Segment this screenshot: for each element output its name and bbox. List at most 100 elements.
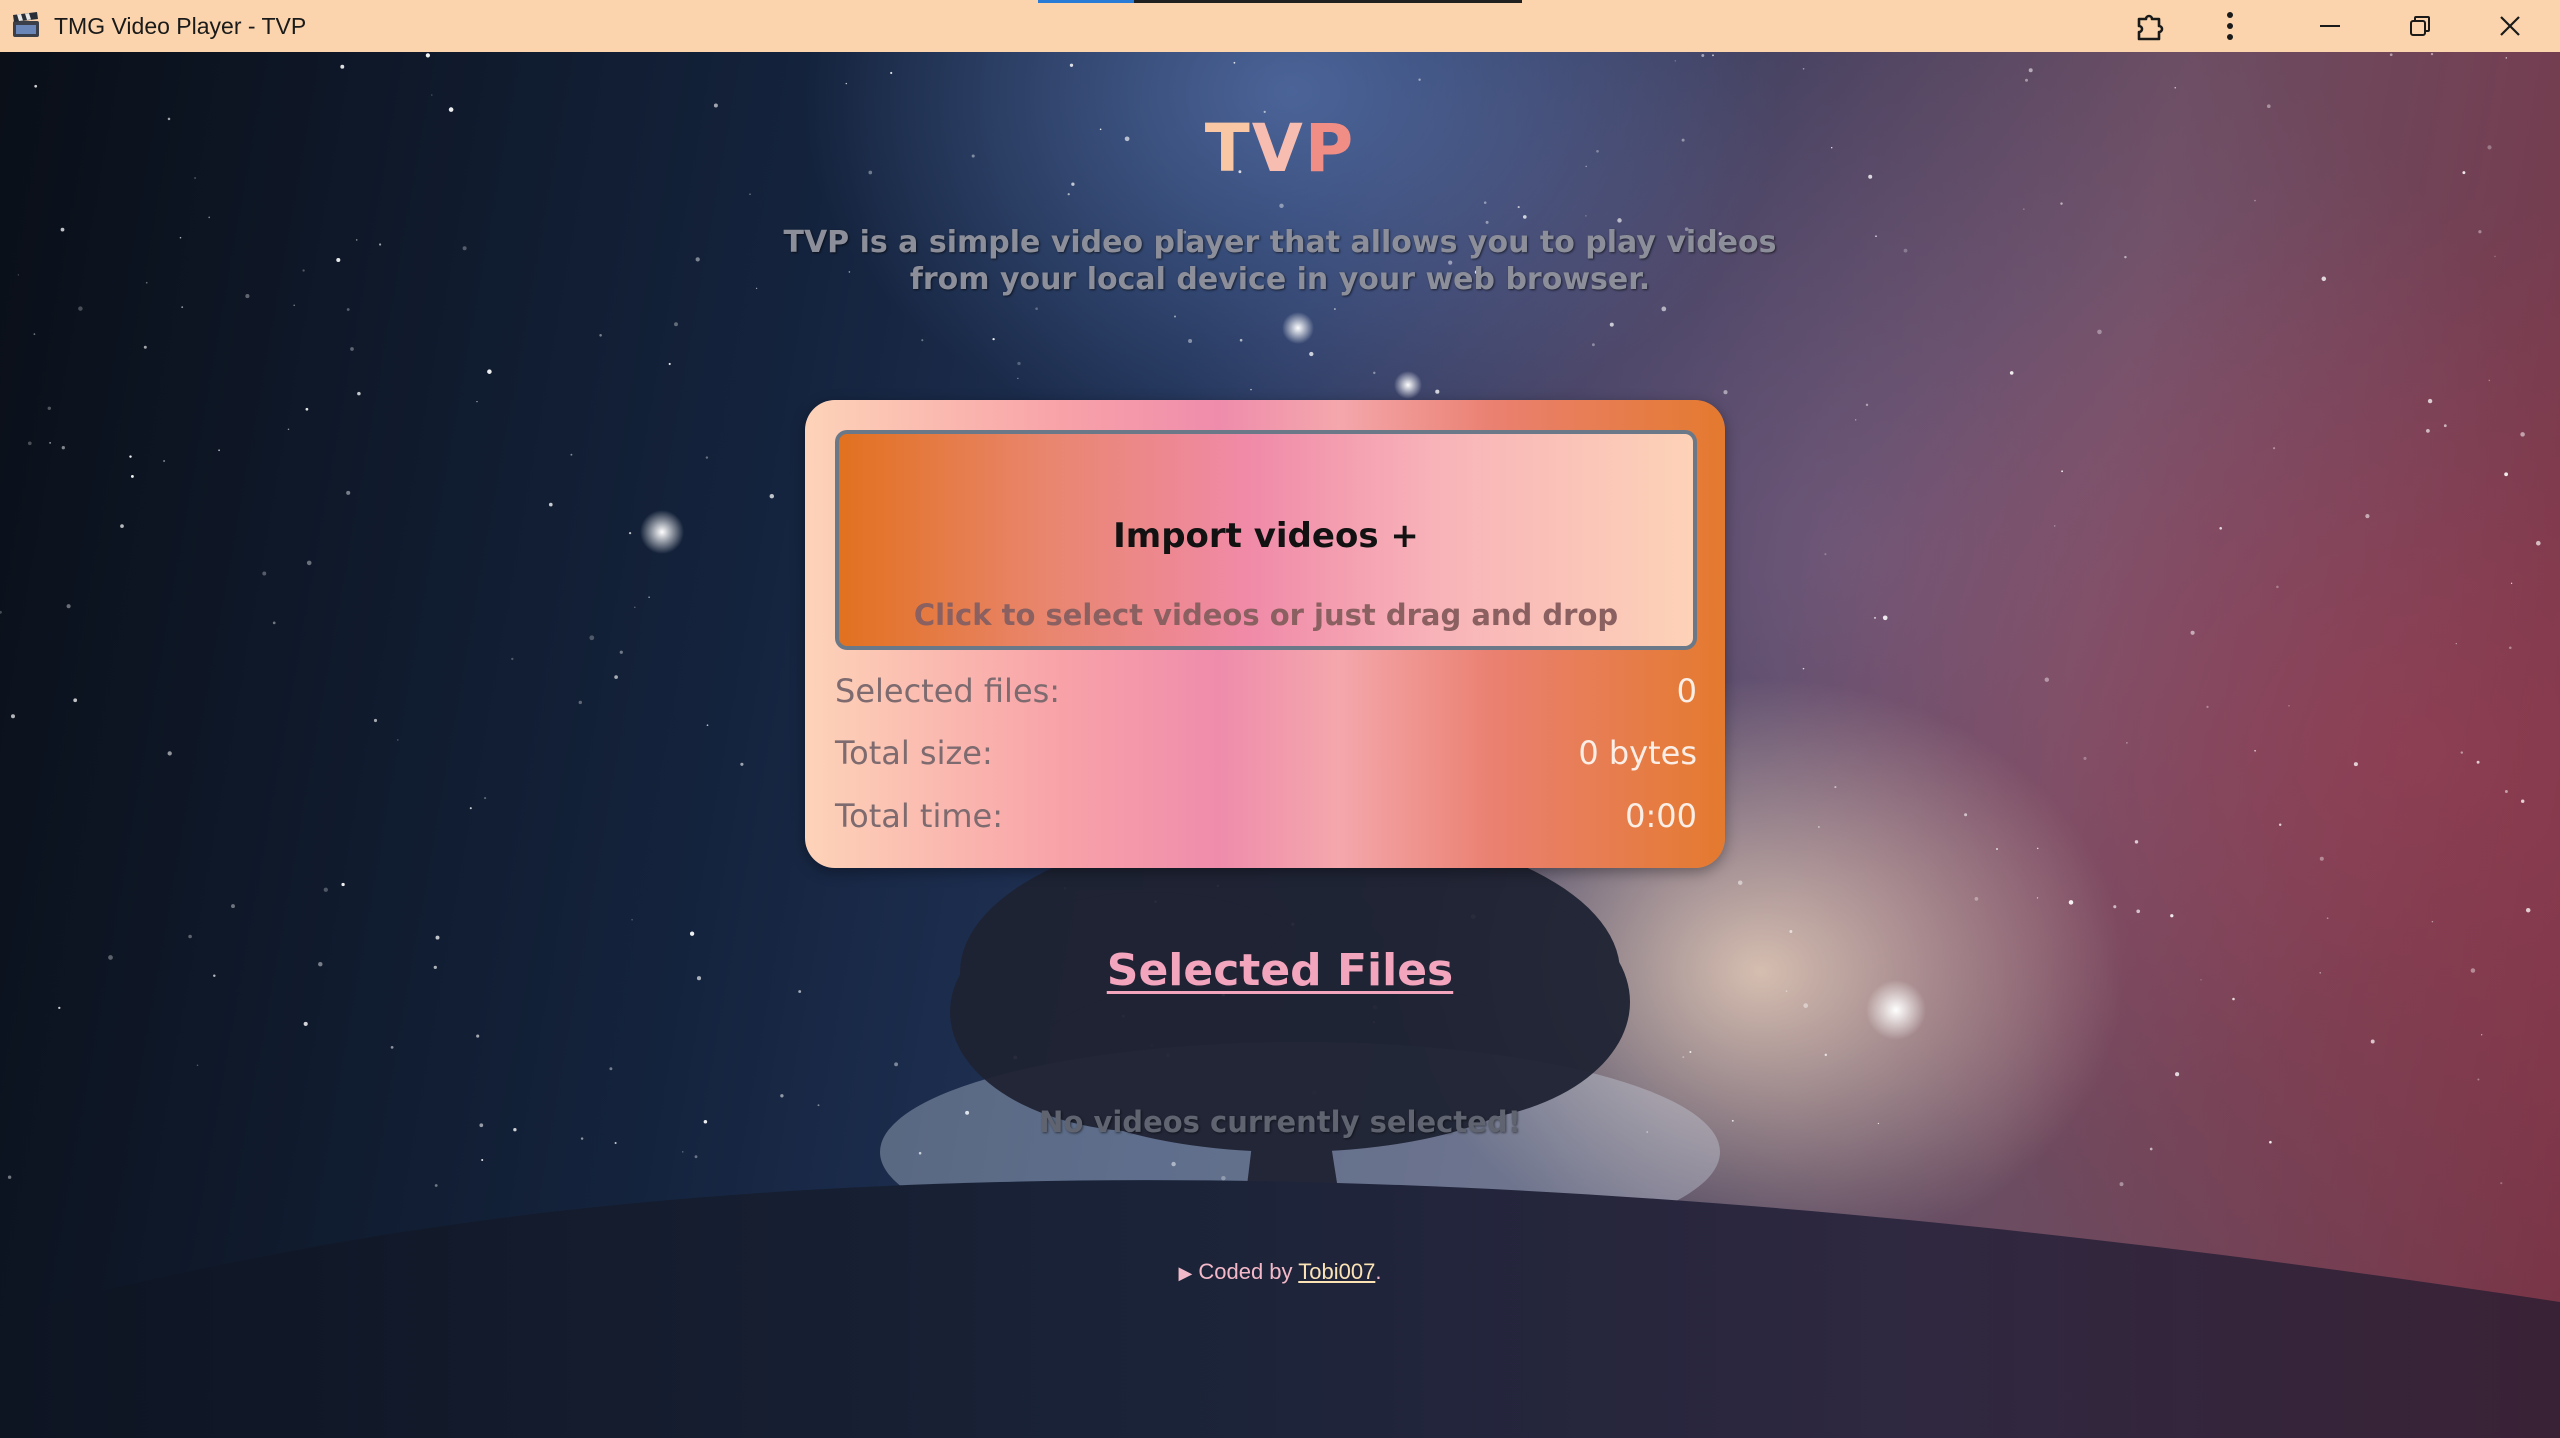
star — [1617, 218, 1622, 223]
app-description: TVP is a simple video player that allows… — [783, 225, 1777, 297]
star — [487, 369, 492, 374]
star — [469, 807, 472, 810]
star — [1818, 826, 1820, 828]
star — [390, 1046, 394, 1049]
star — [578, 700, 582, 705]
star — [2481, 1034, 2483, 1036]
star — [2370, 1039, 2375, 1044]
star — [2427, 398, 2433, 404]
star — [245, 294, 250, 299]
star — [2520, 799, 2525, 803]
star — [58, 1006, 61, 1010]
star — [1233, 61, 1236, 64]
star — [145, 281, 148, 284]
star — [355, 239, 358, 241]
star — [2124, 255, 2127, 259]
app-title: TVP — [0, 110, 2560, 187]
star — [167, 751, 172, 756]
star — [357, 391, 361, 396]
star — [1309, 351, 1314, 357]
star — [570, 453, 573, 456]
more-options-button[interactable] — [2190, 0, 2270, 52]
star — [845, 82, 848, 85]
minimize-button[interactable] — [2290, 0, 2370, 52]
star — [2254, 749, 2256, 752]
star — [2190, 630, 2195, 635]
star — [1712, 54, 1714, 57]
star — [609, 1067, 613, 1071]
star — [749, 193, 751, 196]
stat-label: Total time: — [835, 797, 1003, 835]
star — [1522, 215, 1527, 219]
close-button[interactable] — [2470, 0, 2550, 52]
star — [2430, 52, 2434, 56]
restore-button[interactable] — [2380, 0, 2460, 52]
star — [2505, 57, 2508, 59]
star — [2053, 525, 2056, 527]
import-hint: Click to select videos or just drag and … — [913, 598, 1619, 632]
star — [306, 560, 312, 566]
star — [179, 236, 182, 239]
star — [2504, 790, 2508, 793]
stat-label: Total size: — [835, 734, 993, 772]
star — [2009, 371, 2014, 375]
import-videos-dropzone[interactable]: Import videos + Click to select videos o… — [835, 430, 1697, 650]
footer-prefix: Coded by — [1198, 1259, 1299, 1284]
extensions-button[interactable] — [2110, 0, 2190, 52]
star — [434, 1184, 438, 1187]
star — [1483, 201, 1487, 204]
star — [1723, 390, 1728, 395]
star — [1865, 403, 1869, 407]
star — [2276, 585, 2279, 589]
star — [769, 493, 775, 499]
star — [2488, 379, 2491, 382]
stat-value: 0 bytes — [1578, 734, 1697, 772]
stat-selected-files: Selected files: 0 — [835, 672, 1697, 716]
star — [2083, 756, 2087, 760]
star — [1964, 813, 1968, 817]
star — [143, 345, 147, 349]
star — [11, 714, 15, 719]
star — [1592, 343, 1595, 347]
author-link[interactable]: Tobi007 — [1298, 1259, 1375, 1284]
stat-value: 0 — [1676, 672, 1697, 710]
star — [2022, 208, 2025, 211]
star — [694, 1155, 698, 1159]
star — [476, 1034, 480, 1038]
star — [49, 442, 51, 444]
star — [2206, 705, 2209, 709]
star — [614, 1141, 617, 1145]
star — [2319, 856, 2324, 861]
star — [2326, 917, 2329, 920]
star — [78, 306, 83, 311]
star — [706, 724, 709, 727]
empty-state-message: No videos currently selected! — [1039, 1105, 1521, 1139]
star — [336, 257, 341, 263]
star — [130, 474, 134, 478]
star — [2500, 1182, 2503, 1185]
star — [2134, 840, 2139, 844]
star — [2426, 429, 2430, 433]
star — [1067, 193, 1070, 196]
star — [1069, 63, 1074, 67]
star — [431, 94, 433, 96]
star — [379, 243, 382, 246]
star — [2273, 447, 2276, 450]
star — [1188, 338, 1193, 344]
star — [2068, 900, 2074, 905]
star — [303, 1021, 308, 1026]
star — [2170, 914, 2174, 918]
star — [2061, 470, 2063, 473]
star — [2443, 424, 2447, 428]
star — [631, 918, 633, 921]
star — [1585, 215, 1587, 217]
import-videos-label: Import videos + — [1113, 516, 1419, 556]
star — [1279, 203, 1284, 209]
star — [682, 1151, 684, 1153]
star — [1689, 1050, 1692, 1054]
stat-value: 0:00 — [1625, 797, 1697, 835]
minimize-icon — [2319, 15, 2341, 37]
star — [2460, 751, 2463, 754]
star — [350, 347, 354, 351]
star — [2455, 642, 2457, 645]
